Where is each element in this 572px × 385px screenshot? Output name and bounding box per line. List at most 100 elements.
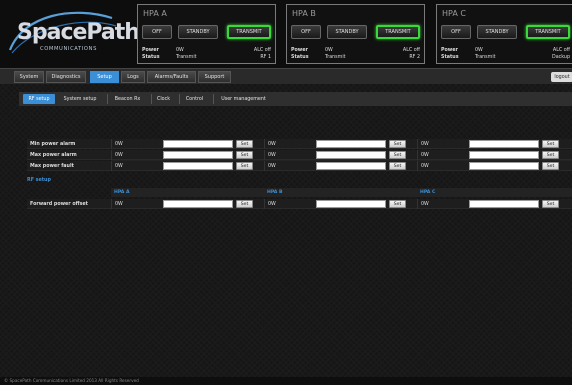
max-power-alarm-hpa-a-input[interactable] [163, 151, 233, 159]
set-button[interactable]: Set [389, 140, 406, 148]
row-label: Min power alarm [30, 141, 76, 147]
hpa-c-off-button[interactable]: OFF [441, 25, 471, 39]
table-row-forward-power-offset: Forward power offset 0W Set 0W Set 0W Se… [27, 199, 572, 209]
subtab-clock[interactable]: Clock [151, 94, 175, 104]
set-button[interactable]: Set [542, 200, 559, 208]
row-label: Max power fault [30, 163, 74, 169]
cell-hpa-c: 0W Set [417, 139, 569, 149]
subtab-system-setup[interactable]: System setup [59, 94, 101, 104]
cell-hpa-a: 0W Set [111, 199, 263, 209]
subtab-beacon-rx[interactable]: Beacon Rx [107, 94, 147, 104]
cell-hpa-c: 0W Set [417, 161, 569, 171]
max-power-fault-hpa-c-input[interactable] [469, 162, 539, 170]
status-value: Transmit [475, 55, 496, 60]
set-button[interactable]: Set [389, 151, 406, 159]
min-power-alarm-hpa-b-input[interactable] [316, 140, 386, 148]
hpa-a-standby-button[interactable]: STANDBY [178, 25, 218, 39]
set-button[interactable]: Set [236, 162, 253, 170]
row-label: Max power alarm [30, 152, 77, 158]
header: SpacePath COMMUNICATIONS HPA A OFF STAND… [0, 0, 572, 68]
rf-status: RF 1 [260, 55, 271, 60]
current-value: 0W [268, 141, 276, 147]
hpa-a-panel: HPA A OFF STANDBY TRANSMIT Power 0W Stat… [137, 4, 276, 64]
cell-hpa-a: 0W Set [111, 161, 263, 171]
tab-logs[interactable]: Logs [121, 71, 145, 83]
spacepath-logo: SpacePath COMMUNICATIONS [4, 6, 140, 64]
min-power-alarm-hpa-a-input[interactable] [163, 140, 233, 148]
hpa-a-transmit-button[interactable]: TRANSMIT [227, 25, 271, 39]
cell-hpa-a: 0W Set [111, 139, 263, 149]
hpa-c-panel: HPA C OFF STANDBY TRANSMIT Power 0W Stat… [436, 4, 572, 64]
hpa-b-panel: HPA B OFF STANDBY TRANSMIT Power 0W Stat… [286, 4, 425, 64]
power-value: 0W [325, 48, 333, 53]
status-label: Status [142, 55, 160, 60]
cell-hpa-b: 0W Set [264, 161, 416, 171]
cell-hpa-b: 0W Set [264, 150, 416, 160]
current-value: 0W [421, 141, 429, 147]
current-value: 0W [115, 152, 123, 158]
status-label: Status [291, 55, 309, 60]
set-button[interactable]: Set [542, 162, 559, 170]
hpa-a-off-button[interactable]: OFF [142, 25, 172, 39]
current-value: 0W [421, 152, 429, 158]
subtab-control[interactable]: Control [179, 94, 209, 104]
alc-status: ALC off [552, 48, 570, 53]
subtab-rf-setup[interactable]: RF setup [23, 94, 55, 104]
status-value: Transmit [176, 55, 197, 60]
tab-diagnostics[interactable]: Diagnostics [46, 71, 86, 83]
cell-hpa-a: 0W Set [111, 150, 263, 160]
forward-power-offset-hpa-a-input[interactable] [163, 200, 233, 208]
current-value: 0W [115, 163, 123, 169]
power-value: 0W [176, 48, 184, 53]
hpa-c-standby-button[interactable]: STANDBY [477, 25, 517, 39]
tab-setup[interactable]: Setup [90, 71, 119, 83]
main-nav: System Diagnostics Setup Logs Alarms/Fau… [0, 68, 572, 84]
set-button[interactable]: Set [542, 140, 559, 148]
alc-status: ALC off [253, 48, 271, 53]
tab-alarms-faults[interactable]: Alarms/Faults [147, 71, 196, 83]
table-row-max-power-alarm: Max power alarm 0W Set 0W Set 0W Set [27, 150, 572, 160]
section-title-rf-setup: RF setup [27, 178, 51, 183]
footer: © SpacePath Communications Limited 2013 … [0, 377, 572, 385]
column-header-hpa-a: HPA A [114, 190, 130, 195]
set-button[interactable]: Set [236, 140, 253, 148]
hpa-b-standby-button[interactable]: STANDBY [327, 25, 367, 39]
logout-button[interactable]: logout [551, 72, 572, 82]
set-button[interactable]: Set [236, 200, 253, 208]
hpa-c-transmit-button[interactable]: TRANSMIT [526, 25, 570, 39]
cell-hpa-b: 0W Set [264, 139, 416, 149]
table-row-min-power-alarm: Min power alarm 0W Set 0W Set 0W Set [27, 139, 572, 149]
power-label: Power [142, 48, 159, 53]
rf-status: Dackup [552, 55, 570, 60]
max-power-alarm-hpa-c-input[interactable] [469, 151, 539, 159]
tab-support[interactable]: Support [198, 71, 231, 83]
rf-status: RF 2 [409, 55, 420, 60]
max-power-fault-hpa-a-input[interactable] [163, 162, 233, 170]
current-value: 0W [115, 201, 123, 207]
tab-system[interactable]: System [14, 71, 44, 83]
status-value: Transmit [325, 55, 346, 60]
hpa-b-transmit-button[interactable]: TRANSMIT [376, 25, 420, 39]
hpa-b-off-button[interactable]: OFF [291, 25, 321, 39]
current-value: 0W [268, 152, 276, 158]
max-power-alarm-hpa-b-input[interactable] [316, 151, 386, 159]
set-button[interactable]: Set [389, 200, 406, 208]
current-value: 0W [421, 201, 429, 207]
min-power-alarm-hpa-c-input[interactable] [469, 140, 539, 148]
subtab-user-management[interactable]: User management [213, 94, 273, 104]
set-button[interactable]: Set [236, 151, 253, 159]
forward-power-offset-hpa-c-input[interactable] [469, 200, 539, 208]
power-label: Power [291, 48, 308, 53]
max-power-fault-hpa-b-input[interactable] [316, 162, 386, 170]
set-button[interactable]: Set [542, 151, 559, 159]
main-content: RF setup System setup Beacon Rx Clock Co… [0, 84, 572, 377]
status-label: Status [441, 55, 459, 60]
set-button[interactable]: Set [389, 162, 406, 170]
logo-title: SpacePath [17, 20, 140, 45]
forward-power-offset-hpa-b-input[interactable] [316, 200, 386, 208]
current-value: 0W [268, 201, 276, 207]
current-value: 0W [421, 163, 429, 169]
hpa-title: HPA C [442, 9, 466, 18]
column-header-hpa-b: HPA B [267, 190, 283, 195]
cell-hpa-c: 0W Set [417, 199, 569, 209]
